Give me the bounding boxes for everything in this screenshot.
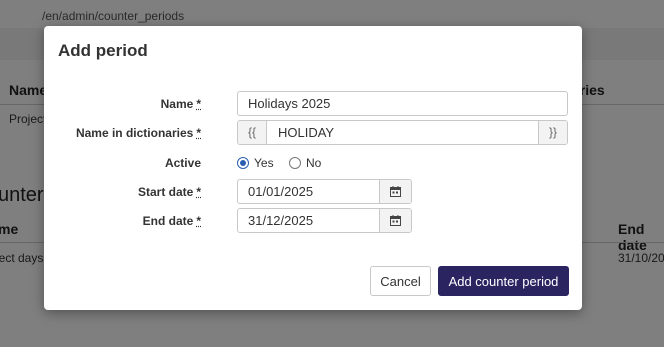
- active-yes-radio[interactable]: [237, 157, 249, 169]
- active-label: Active: [164, 156, 201, 170]
- prefix-addon: {{: [238, 121, 267, 144]
- end-date-group: [237, 208, 412, 233]
- required-marker: *: [196, 185, 201, 199]
- active-no-option[interactable]: No: [289, 150, 321, 176]
- cancel-button[interactable]: Cancel: [370, 266, 431, 296]
- name-input[interactable]: [237, 91, 568, 116]
- active-no-radio[interactable]: [289, 157, 301, 169]
- name-row: Name *: [44, 91, 582, 117]
- suffix-addon: }}: [538, 121, 567, 144]
- dialog-title: Add period: [58, 41, 148, 60]
- start-date-row: Start date *: [44, 179, 582, 205]
- dictionary-name-row: Name in dictionaries* {{ }}: [44, 120, 582, 146]
- end-date-picker-button[interactable]: [379, 209, 411, 232]
- add-counter-period-button[interactable]: Add counter period: [438, 266, 569, 296]
- calendar-icon: [390, 186, 401, 197]
- end-date-row: End date *: [44, 208, 582, 234]
- end-date-input[interactable]: [238, 209, 379, 232]
- active-no-label: No: [306, 156, 322, 170]
- active-row: Active Yes No: [44, 150, 582, 176]
- add-period-dialog: Add period Name* Name in dictionaries* {…: [44, 26, 582, 310]
- calendar-icon: [390, 215, 401, 226]
- active-yes-option[interactable]: Yes: [237, 150, 274, 176]
- required-marker: *: [196, 126, 201, 140]
- start-date-picker-button[interactable]: [379, 180, 411, 203]
- active-yes-label: Yes: [254, 156, 274, 170]
- required-marker: *: [196, 214, 201, 228]
- start-date-label: Start date *: [137, 185, 201, 199]
- start-date-group: [237, 179, 412, 204]
- required-marker: *: [196, 97, 201, 111]
- dictionary-name-label: Name in dictionaries *: [75, 126, 201, 140]
- dictionary-name-input[interactable]: [267, 121, 538, 144]
- end-date-label: End date *: [142, 214, 201, 228]
- dictionary-name-group: {{ }}: [237, 120, 568, 145]
- name-label: Name *: [160, 97, 201, 111]
- start-date-input[interactable]: [238, 180, 379, 203]
